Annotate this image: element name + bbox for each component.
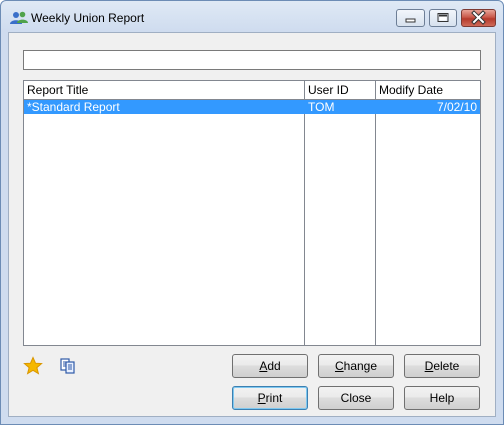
minimize-icon xyxy=(405,18,416,23)
print-mnemonic: P xyxy=(257,391,266,405)
change-mnemonic: C xyxy=(334,359,344,373)
close-window-button[interactable] xyxy=(461,9,496,27)
maximize-icon xyxy=(437,13,449,22)
change-label: hange xyxy=(343,359,378,373)
column-divider xyxy=(304,81,305,345)
delete-label: elete xyxy=(433,359,460,373)
window-title: Weekly Union Report xyxy=(31,11,145,25)
column-divider xyxy=(375,81,376,345)
delete-mnemonic: D xyxy=(424,359,434,373)
column-header-report-title[interactable]: Report Title xyxy=(24,81,305,99)
column-header-user-id[interactable]: User ID xyxy=(305,81,376,99)
report-window: Weekly Union Report Report Title User ID… xyxy=(0,0,504,425)
maximize-button[interactable] xyxy=(429,9,457,27)
list-header: Report Title User ID Modify Date xyxy=(24,81,480,100)
column-header-modify-date[interactable]: Modify Date xyxy=(376,81,480,99)
cell-report-title: *Standard Report xyxy=(27,100,120,114)
cell-user-id: TOM xyxy=(308,100,335,114)
client-area: Report Title User ID Modify Date *Standa… xyxy=(8,32,496,417)
close-icon xyxy=(471,10,486,25)
close-button[interactable]: Close xyxy=(318,386,394,410)
table-row[interactable]: *Standard Report TOM 7/02/10 xyxy=(24,100,480,114)
minimize-button[interactable] xyxy=(396,9,425,27)
change-button[interactable]: Change xyxy=(318,354,394,378)
print-button[interactable]: Print xyxy=(232,386,308,410)
copy-icon[interactable] xyxy=(58,356,78,376)
star-icon[interactable] xyxy=(23,356,43,376)
title-bar[interactable]: Weekly Union Report xyxy=(1,1,503,33)
help-button[interactable]: Help xyxy=(404,386,480,410)
filter-input[interactable] xyxy=(23,50,481,70)
add-label: dd xyxy=(267,359,281,373)
delete-button[interactable]: Delete xyxy=(404,354,480,378)
report-list[interactable]: Report Title User ID Modify Date *Standa… xyxy=(23,80,481,346)
cell-modify-date: 7/02/10 xyxy=(436,100,477,114)
users-icon xyxy=(10,11,28,24)
add-button[interactable]: Add xyxy=(232,354,308,378)
print-label: rint xyxy=(265,391,283,405)
